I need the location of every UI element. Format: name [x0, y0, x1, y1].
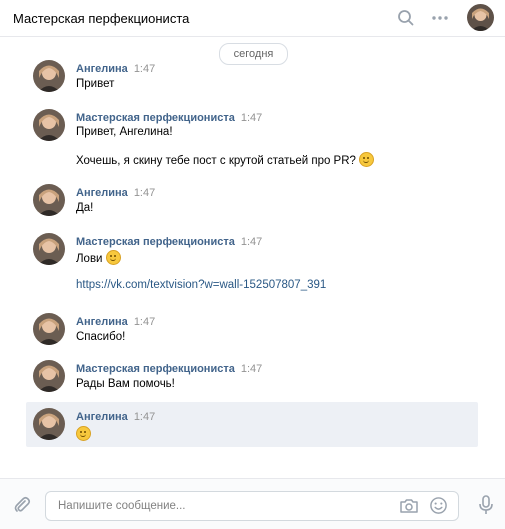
message-item[interactable]: Ангелина 1:47 Привет: [26, 55, 478, 95]
message-time: 1:47: [240, 112, 263, 124]
message-text: [76, 426, 91, 441]
message-time: 1:47: [133, 411, 156, 423]
message-author[interactable]: Ангелина 1:47: [76, 316, 155, 328]
avatar[interactable]: [33, 60, 65, 92]
message-author[interactable]: Мастерская перфекциониста 1:47: [76, 236, 262, 248]
avatar[interactable]: [33, 109, 65, 141]
message-author[interactable]: Мастерская перфекциониста 1:47: [76, 363, 262, 375]
smile-emoji-icon: [76, 426, 91, 441]
camera-icon[interactable]: [399, 497, 419, 515]
more-icon[interactable]: [430, 8, 450, 28]
message-text: Привет: [76, 78, 115, 90]
attach-icon[interactable]: [12, 495, 32, 515]
message-link[interactable]: https://vk.com/textvision?w=wall-1525078…: [76, 279, 326, 291]
emoji-icon[interactable]: [429, 496, 448, 515]
microphone-icon[interactable]: [477, 494, 495, 516]
message-time: 1:47: [133, 187, 156, 199]
message-text: Спасибо!: [76, 331, 126, 343]
avatar[interactable]: [33, 313, 65, 345]
message-feed[interactable]: сегодня Ангелина 1:47 Привет Мастерская п…: [0, 37, 505, 477]
message-text: Рады Вам помочь!: [76, 378, 175, 390]
message-time: 1:47: [133, 63, 156, 75]
message-time: 1:47: [133, 316, 156, 328]
message-author[interactable]: Ангелина 1:47: [76, 187, 155, 199]
message-item[interactable]: Ангелина 1:47 Да!: [26, 179, 478, 219]
avatar[interactable]: [33, 408, 65, 440]
chat-title[interactable]: Мастерская перфекциониста: [13, 11, 189, 26]
message-text: Лови: [76, 250, 121, 265]
avatar[interactable]: [467, 4, 494, 31]
message-item-selected[interactable]: Ангелина 1:47: [26, 402, 478, 447]
avatar[interactable]: [33, 360, 65, 392]
message-text: Да!: [76, 202, 94, 214]
message-time: 1:47: [240, 236, 263, 248]
message-author[interactable]: Ангелина 1:47: [76, 411, 155, 423]
message-text: Хочешь, я скину тебе пост с крутой стать…: [76, 152, 375, 167]
message-item[interactable]: Мастерская перфекциониста 1:47 Рады Вам п…: [26, 355, 478, 395]
message-author[interactable]: Ангелина 1:47: [76, 63, 155, 75]
message-text: Привет, Ангелина!: [76, 126, 173, 138]
message-item[interactable]: Мастерская перфекциониста 1:47 Привет, Ан…: [26, 104, 478, 174]
message-item[interactable]: Мастерская перфекциониста 1:47 Лови https…: [26, 228, 478, 298]
message-composer: [0, 478, 505, 529]
avatar[interactable]: [33, 233, 65, 265]
wink-emoji-icon: [105, 250, 121, 265]
avatar[interactable]: [33, 184, 65, 216]
search-icon[interactable]: [396, 8, 416, 28]
message-item[interactable]: Ангелина 1:47 Спасибо!: [26, 308, 478, 348]
smile-emoji-icon: [359, 152, 375, 167]
message-input[interactable]: [45, 491, 459, 521]
message-time: 1:47: [240, 363, 263, 375]
chat-header: Мастерская перфекциониста: [0, 0, 505, 37]
message-author[interactable]: Мастерская перфекциониста 1:47: [76, 112, 262, 124]
